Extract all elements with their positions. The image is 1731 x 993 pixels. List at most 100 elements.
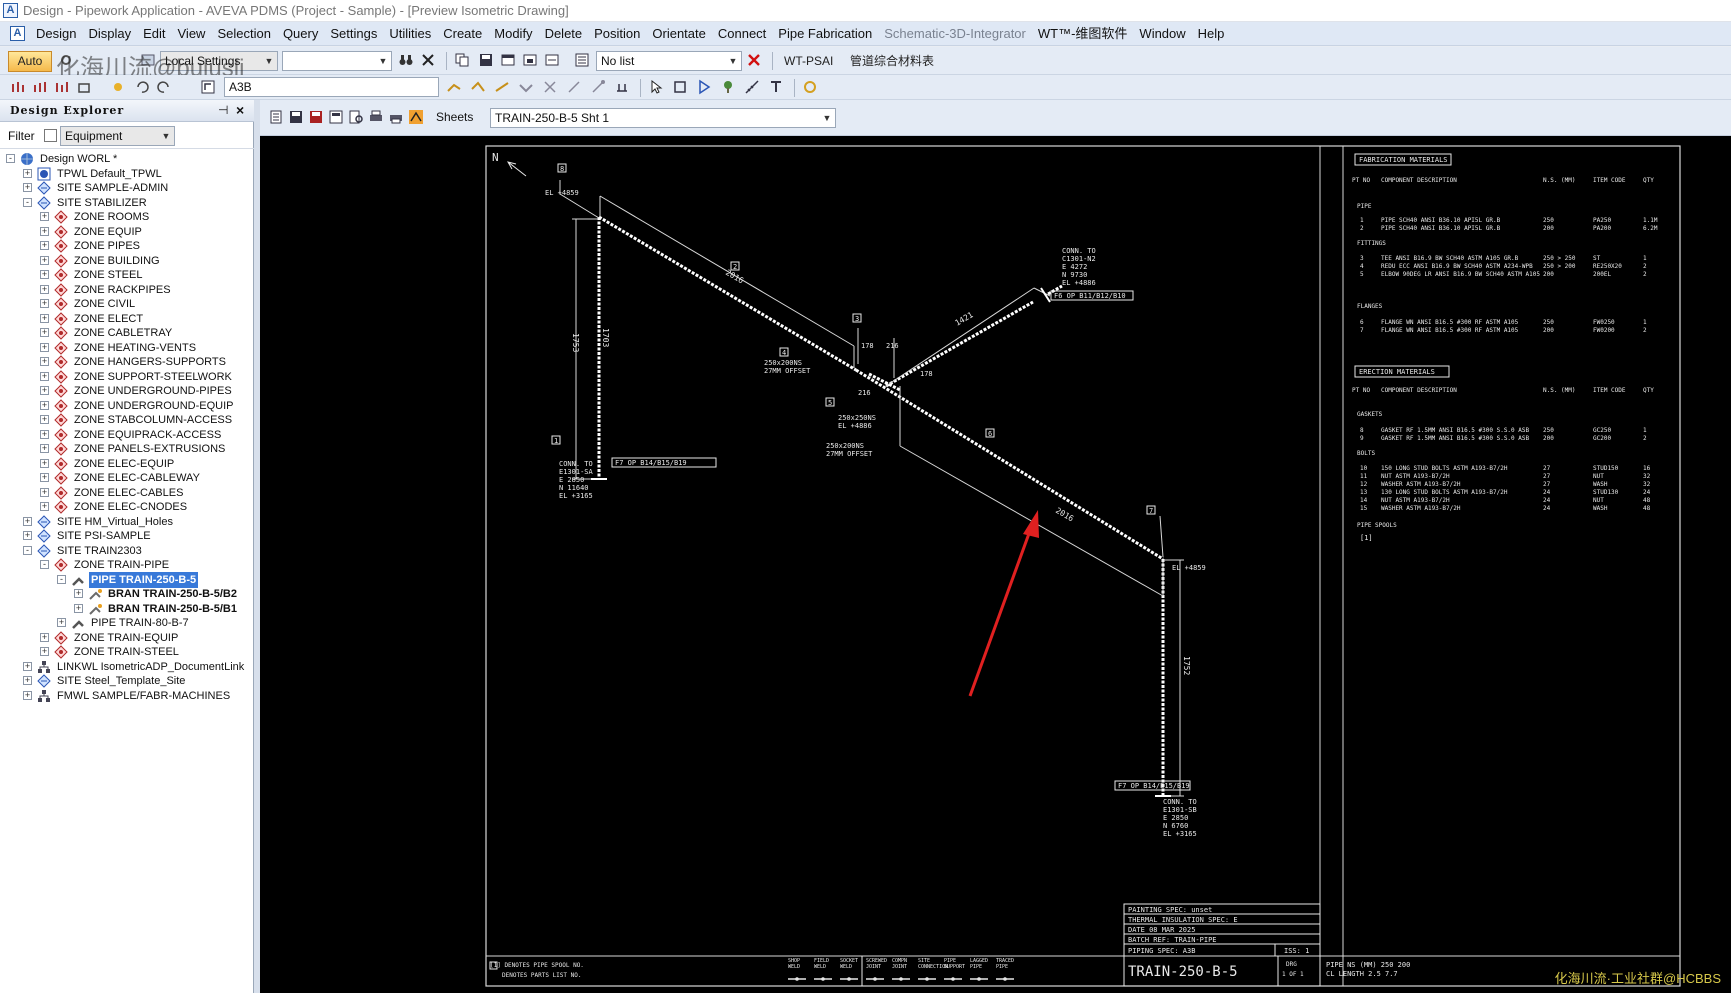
print-icon[interactable]	[388, 109, 406, 127]
menu-wt[interactable]: WT™-维图软件	[1032, 22, 1134, 46]
star-icon[interactable]	[110, 79, 128, 97]
menu-settings[interactable]: Settings	[324, 22, 383, 46]
tool-icon[interactable]	[470, 79, 488, 97]
expand-icon[interactable]: +	[40, 415, 49, 424]
menu-window[interactable]: Window	[1133, 22, 1191, 46]
expand-icon[interactable]: +	[23, 676, 32, 685]
expand-icon[interactable]: +	[40, 342, 49, 352]
document-icon[interactable]	[268, 109, 286, 127]
save-icon[interactable]	[478, 52, 496, 70]
expand-icon[interactable]: +	[40, 473, 49, 482]
element-field[interactable]: A3B	[224, 77, 439, 97]
menu-orientate[interactable]: Orientate	[646, 22, 711, 46]
expand-icon[interactable]: +	[40, 299, 49, 308]
menu-display[interactable]: Display	[82, 22, 137, 46]
expand-icon[interactable]: +	[40, 226, 49, 236]
print-icon[interactable]	[368, 109, 386, 127]
play-icon[interactable]	[696, 79, 714, 97]
tool-icon[interactable]	[542, 79, 560, 97]
menu-schematic-3d-integrator[interactable]: Schematic-3D-Integrator	[878, 22, 1032, 46]
expand-icon[interactable]: +	[23, 168, 32, 178]
tree-icon[interactable]	[720, 79, 738, 97]
menu-position[interactable]: Position	[588, 22, 646, 46]
binoculars-icon[interactable]	[398, 52, 416, 70]
pipe-tool-icon[interactable]	[76, 79, 94, 97]
material-table-button[interactable]: 管道综合材料表	[850, 51, 934, 71]
menu-utilities[interactable]: Utilities	[383, 22, 437, 46]
menu-delete[interactable]: Delete	[539, 22, 589, 46]
menu-selection[interactable]: Selection	[211, 22, 276, 46]
list-icon[interactable]	[574, 52, 592, 70]
pointer-icon[interactable]	[648, 79, 666, 97]
expand-icon[interactable]: +	[57, 618, 66, 627]
menu-create[interactable]: Create	[437, 22, 488, 46]
tool-icon[interactable]	[446, 79, 464, 97]
auto-button[interactable]: Auto	[8, 51, 52, 72]
list-combo[interactable]: No list ▼	[596, 51, 742, 71]
element-icon[interactable]	[200, 79, 218, 97]
expand-icon[interactable]: +	[40, 270, 49, 279]
expand-icon[interactable]: +	[40, 371, 49, 381]
expand-icon[interactable]: +	[23, 531, 32, 540]
menu-query[interactable]: Query	[277, 22, 324, 46]
expand-icon[interactable]: +	[40, 284, 49, 294]
redo-icon[interactable]	[156, 79, 174, 97]
menu-pipe-fabrication[interactable]: Pipe Fabrication	[772, 22, 878, 46]
collapse-icon[interactable]: -	[40, 560, 49, 569]
collapse-icon[interactable]: -	[57, 574, 66, 584]
expand-icon[interactable]: +	[40, 632, 49, 642]
window-icon[interactable]	[544, 52, 562, 70]
pin-icon[interactable]: ⊣	[218, 103, 228, 117]
undo-icon[interactable]	[134, 79, 152, 97]
menu-modify[interactable]: Modify	[488, 22, 538, 46]
tool-icon[interactable]	[518, 79, 536, 97]
save-icon[interactable]	[288, 109, 306, 127]
close-icon[interactable]: ×	[236, 102, 244, 118]
window-icon[interactable]	[500, 52, 518, 70]
isometric-icon[interactable]	[408, 109, 426, 127]
expand-icon[interactable]: +	[23, 690, 32, 700]
element-combo[interactable]: ▼	[282, 51, 392, 71]
tool-icon[interactable]	[614, 79, 632, 97]
collapse-icon[interactable]: -	[23, 545, 32, 555]
wt-psai-button[interactable]: WT-PSAI	[784, 51, 833, 71]
expand-icon[interactable]: +	[40, 357, 49, 366]
app-menu-icon[interactable]: A	[10, 26, 25, 41]
window-icon[interactable]	[522, 52, 540, 70]
expand-icon[interactable]: +	[40, 429, 49, 439]
text-tool-icon[interactable]	[768, 79, 786, 97]
sheet-selector[interactable]: TRAIN-250-B-5 Sht 1 ▼	[490, 108, 836, 128]
expand-icon[interactable]: +	[40, 458, 49, 468]
isometric-drawing-canvas[interactable]: N 1 2 3 4 5 6 7 8 EL +4859 2016 1753 170…	[260, 136, 1731, 993]
menu-view[interactable]: View	[172, 22, 212, 46]
collapse-icon[interactable]: -	[23, 197, 32, 207]
copy-icon[interactable]	[454, 52, 472, 70]
expand-icon[interactable]: +	[40, 502, 49, 511]
refresh-icon[interactable]	[802, 79, 820, 97]
pipe-tool-icon[interactable]	[54, 79, 72, 97]
expand-icon[interactable]: +	[40, 328, 49, 337]
pipe-tool-icon[interactable]	[10, 79, 28, 97]
menu-help[interactable]: Help	[1192, 22, 1231, 46]
collapse-icon[interactable]: -	[6, 154, 15, 163]
filter-checkbox[interactable]	[44, 129, 57, 142]
print-preview-icon[interactable]	[348, 109, 366, 127]
tool-icon[interactable]	[494, 79, 512, 97]
pipe-tool-icon[interactable]	[32, 79, 50, 97]
menu-connect[interactable]: Connect	[712, 22, 772, 46]
tool-icon[interactable]	[590, 79, 608, 97]
menu-edit[interactable]: Edit	[137, 22, 171, 46]
filter-combo[interactable]: Equipment ▼	[60, 126, 175, 146]
delete-list-icon[interactable]	[746, 52, 764, 70]
menu-design[interactable]: Design	[30, 22, 82, 46]
tool-icon[interactable]	[566, 79, 584, 97]
clip-icon[interactable]	[672, 79, 690, 97]
expand-icon[interactable]: +	[40, 487, 49, 497]
expand-icon[interactable]: +	[40, 647, 49, 656]
expand-icon[interactable]: +	[40, 255, 49, 265]
export-icon[interactable]	[328, 109, 346, 127]
expand-icon[interactable]: +	[23, 661, 32, 671]
close-x-icon[interactable]	[420, 52, 438, 70]
measure-icon[interactable]	[744, 79, 762, 97]
expand-icon[interactable]: +	[23, 183, 32, 192]
